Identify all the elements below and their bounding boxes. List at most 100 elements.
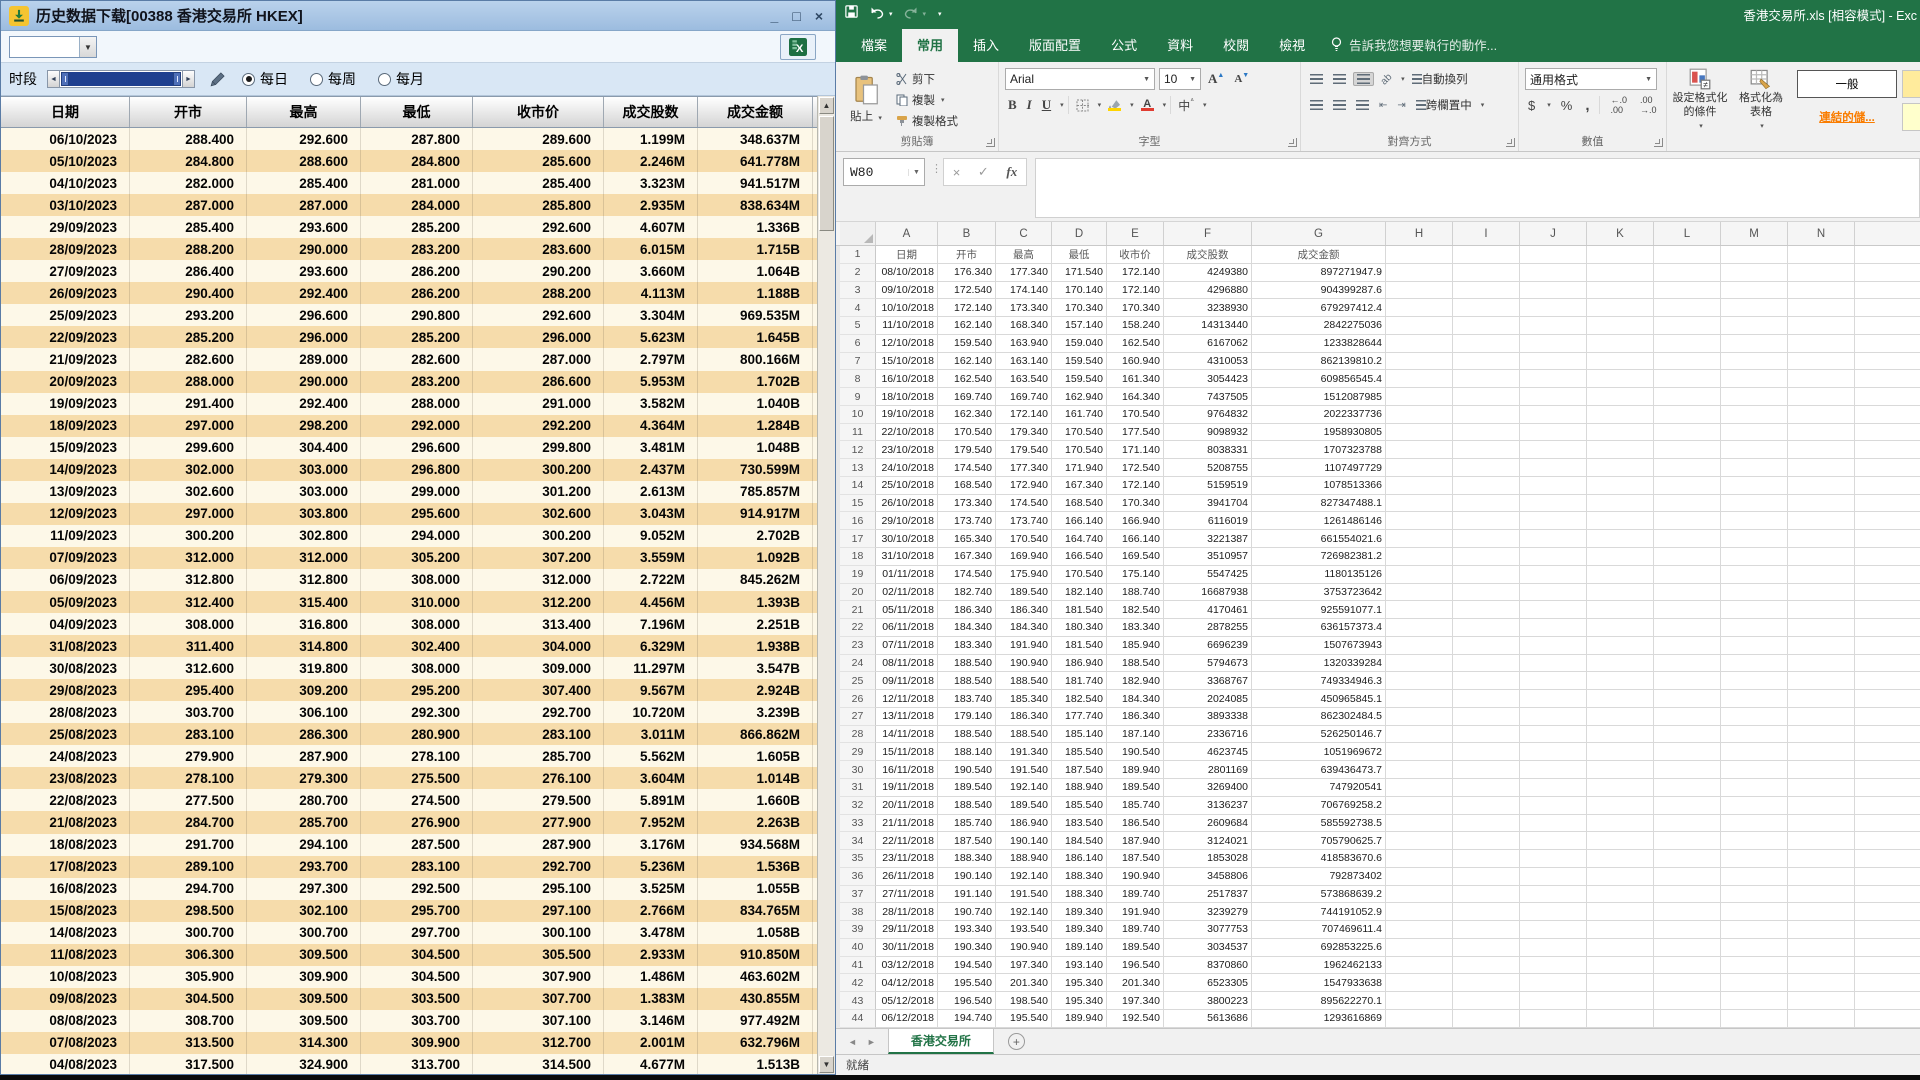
orientation-dropdown-icon[interactable]: ▾ <box>1401 75 1405 83</box>
grid-cell[interactable]: 181.740 <box>1052 672 1107 690</box>
grid-cell[interactable] <box>1654 886 1721 904</box>
grid-cell[interactable] <box>1453 797 1520 815</box>
font-dialog-launcher-icon[interactable] <box>1288 138 1297 147</box>
grid-cell[interactable] <box>1721 903 1788 921</box>
grid-cell[interactable] <box>1654 868 1721 886</box>
grid-cell[interactable]: 196.540 <box>938 992 996 1010</box>
grid-cell[interactable] <box>1587 708 1654 726</box>
table-row[interactable]: 18/09/2023297.000298.200292.000292.2004.… <box>1 415 817 437</box>
grid-cell[interactable]: 191.940 <box>996 637 1052 655</box>
grid-filler[interactable] <box>1855 388 1920 406</box>
grid-cell[interactable] <box>1788 584 1855 602</box>
grid-cell[interactable]: 189.940 <box>1052 1010 1107 1028</box>
grid-filler[interactable] <box>1855 939 1920 957</box>
grid-cell[interactable] <box>1587 637 1654 655</box>
grid-cell[interactable] <box>1788 282 1855 300</box>
grid-filler[interactable] <box>1855 868 1920 886</box>
grid-cell[interactable] <box>1386 548 1453 566</box>
column-header-F[interactable]: F <box>1164 222 1252 245</box>
grid-cell[interactable]: 15/11/2018 <box>876 743 938 761</box>
grid-cell[interactable] <box>1520 495 1587 513</box>
grid-cell[interactable]: 639436473.7 <box>1252 761 1386 779</box>
grid-cell[interactable] <box>1721 761 1788 779</box>
fill-color-button[interactable] <box>1105 98 1124 112</box>
wrap-text-button[interactable]: 自動換列 <box>1409 70 1471 88</box>
grid-cell[interactable]: 168.340 <box>996 317 1052 335</box>
grid-cell[interactable]: 186.340 <box>938 601 996 619</box>
radio-icon[interactable] <box>242 73 255 86</box>
formula-input[interactable] <box>1035 158 1920 218</box>
grid-cell[interactable]: 169.740 <box>996 388 1052 406</box>
grid-cell[interactable]: 168.540 <box>1052 495 1107 513</box>
grid-cell[interactable] <box>1453 690 1520 708</box>
grid-cell[interactable] <box>1587 264 1654 282</box>
grid-cell[interactable]: 186.340 <box>996 708 1052 726</box>
accounting-format-button[interactable]: $ <box>1525 97 1538 114</box>
tab-版面配置[interactable]: 版面配置 <box>1014 29 1096 62</box>
number-format-select[interactable]: 通用格式▼ <box>1525 68 1657 90</box>
grid-cell[interactable]: 661554021.6 <box>1252 530 1386 548</box>
grid-cell[interactable]: 174.540 <box>938 459 996 477</box>
grid-cell[interactable]: 609856545.4 <box>1252 370 1386 388</box>
grid-filler[interactable] <box>1855 477 1920 495</box>
grid-cell[interactable]: 177.340 <box>996 459 1052 477</box>
grid-cell[interactable]: 1107497729 <box>1252 459 1386 477</box>
grid-cell[interactable]: 5613686 <box>1164 1010 1252 1028</box>
format-painter-button[interactable]: 複製格式 <box>896 112 958 130</box>
grid-cell[interactable] <box>1654 512 1721 530</box>
row-header-31[interactable]: 31 <box>840 779 876 797</box>
grid-cell[interactable]: 182.940 <box>1107 672 1164 690</box>
cell-style-linked-cell[interactable]: 連結的儲... <box>1797 103 1897 131</box>
grid-cell[interactable] <box>1587 335 1654 353</box>
grid-filler[interactable] <box>1855 726 1920 744</box>
grid-cell[interactable]: 192.140 <box>996 779 1052 797</box>
grid-cell[interactable] <box>1520 832 1587 850</box>
table-row[interactable]: 13/09/2023302.600303.000299.000301.2002.… <box>1 481 817 503</box>
number-dialog-launcher-icon[interactable] <box>1654 138 1663 147</box>
grid-cell[interactable] <box>1520 761 1587 779</box>
grid-cell[interactable]: 726982381.2 <box>1252 548 1386 566</box>
grid-cell[interactable] <box>1520 743 1587 761</box>
grid-cell[interactable] <box>1386 797 1453 815</box>
grid-cell[interactable] <box>1453 637 1520 655</box>
grid-cell[interactable]: 189.740 <box>1107 921 1164 939</box>
grid-cell[interactable]: 183.340 <box>1107 619 1164 637</box>
grid-cell[interactable]: 179.140 <box>938 708 996 726</box>
grid-cell[interactable]: 174.140 <box>996 282 1052 300</box>
grid-cell[interactable]: 3269400 <box>1164 779 1252 797</box>
grid-cell[interactable] <box>1453 903 1520 921</box>
grid-cell[interactable] <box>1654 743 1721 761</box>
grid-cell[interactable]: 最高 <box>996 246 1052 264</box>
grid-cell[interactable]: 26/10/2018 <box>876 495 938 513</box>
grid-cell[interactable] <box>1386 921 1453 939</box>
grid-cell[interactable]: 188.140 <box>938 743 996 761</box>
comma-style-button[interactable]: , <box>1582 96 1592 115</box>
row-header-14[interactable]: 14 <box>840 477 876 495</box>
grid-cell[interactable]: 165.340 <box>938 530 996 548</box>
grid-cell[interactable] <box>1654 424 1721 442</box>
slider-right-handle[interactable] <box>173 72 181 86</box>
grid-cell[interactable]: 191.940 <box>1107 903 1164 921</box>
tab-校閱[interactable]: 校閱 <box>1208 29 1264 62</box>
grid-filler[interactable] <box>1855 672 1920 690</box>
grid-cell[interactable] <box>1520 477 1587 495</box>
grid-cell[interactable]: 3238930 <box>1164 299 1252 317</box>
grid-cell[interactable]: 20/11/2018 <box>876 797 938 815</box>
grid-cell[interactable]: 177.340 <box>996 264 1052 282</box>
grid-cell[interactable] <box>1721 530 1788 548</box>
row-header-28[interactable]: 28 <box>840 726 876 744</box>
grid-cell[interactable]: 181.540 <box>1052 637 1107 655</box>
grid-cell[interactable]: 159.540 <box>1052 370 1107 388</box>
grid-cell[interactable]: 190.140 <box>996 832 1052 850</box>
grid-cell[interactable]: 187.940 <box>1107 832 1164 850</box>
row-header-12[interactable]: 12 <box>840 441 876 459</box>
grid-cell[interactable] <box>1654 1010 1721 1028</box>
grid-cell[interactable] <box>1721 264 1788 282</box>
italic-button[interactable]: I <box>1024 96 1035 114</box>
align-right-button[interactable] <box>1353 99 1372 111</box>
grid-filler[interactable] <box>1855 619 1920 637</box>
grid-cell[interactable]: 189.540 <box>996 797 1052 815</box>
grid-cell[interactable] <box>1453 619 1520 637</box>
grid-cell[interactable] <box>1520 317 1587 335</box>
grid-cell[interactable] <box>1587 903 1654 921</box>
